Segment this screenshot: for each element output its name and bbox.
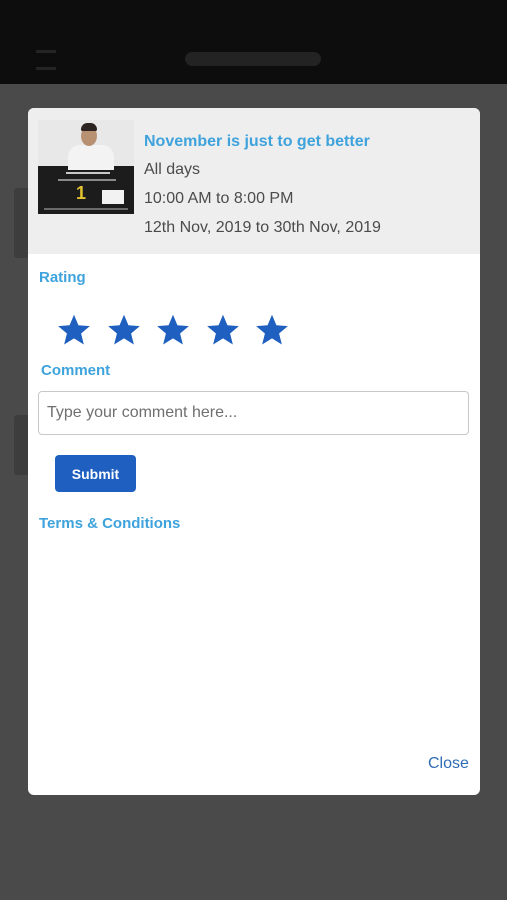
star-icon[interactable] [56, 312, 98, 352]
star-icon[interactable] [106, 312, 148, 352]
star-icon[interactable] [205, 312, 247, 352]
comment-input[interactable] [38, 391, 469, 435]
star-icon[interactable] [254, 312, 296, 352]
submit-button[interactable]: Submit [55, 455, 136, 492]
event-days: All days [144, 161, 201, 178]
close-button[interactable]: Close [428, 755, 469, 773]
event-title: November is just to get better [144, 133, 370, 150]
promo-poster-image: 1 [38, 120, 134, 214]
terms-link[interactable]: Terms & Conditions [39, 515, 180, 532]
menu-icon [36, 50, 56, 70]
star-icon[interactable] [155, 312, 197, 352]
rating-label: Rating [39, 269, 86, 286]
comment-label: Comment [41, 362, 111, 379]
event-dates: 12th Nov, 2019 to 30th Nov, 2019 [144, 219, 381, 236]
app-title-placeholder [185, 52, 321, 66]
rating-dialog: 1 November is just to get better All day… [28, 108, 480, 795]
star-rating [56, 312, 304, 352]
app-bar [0, 0, 507, 84]
event-time: 10:00 AM to 8:00 PM [144, 190, 294, 207]
event-header: 1 November is just to get better All day… [28, 108, 480, 254]
